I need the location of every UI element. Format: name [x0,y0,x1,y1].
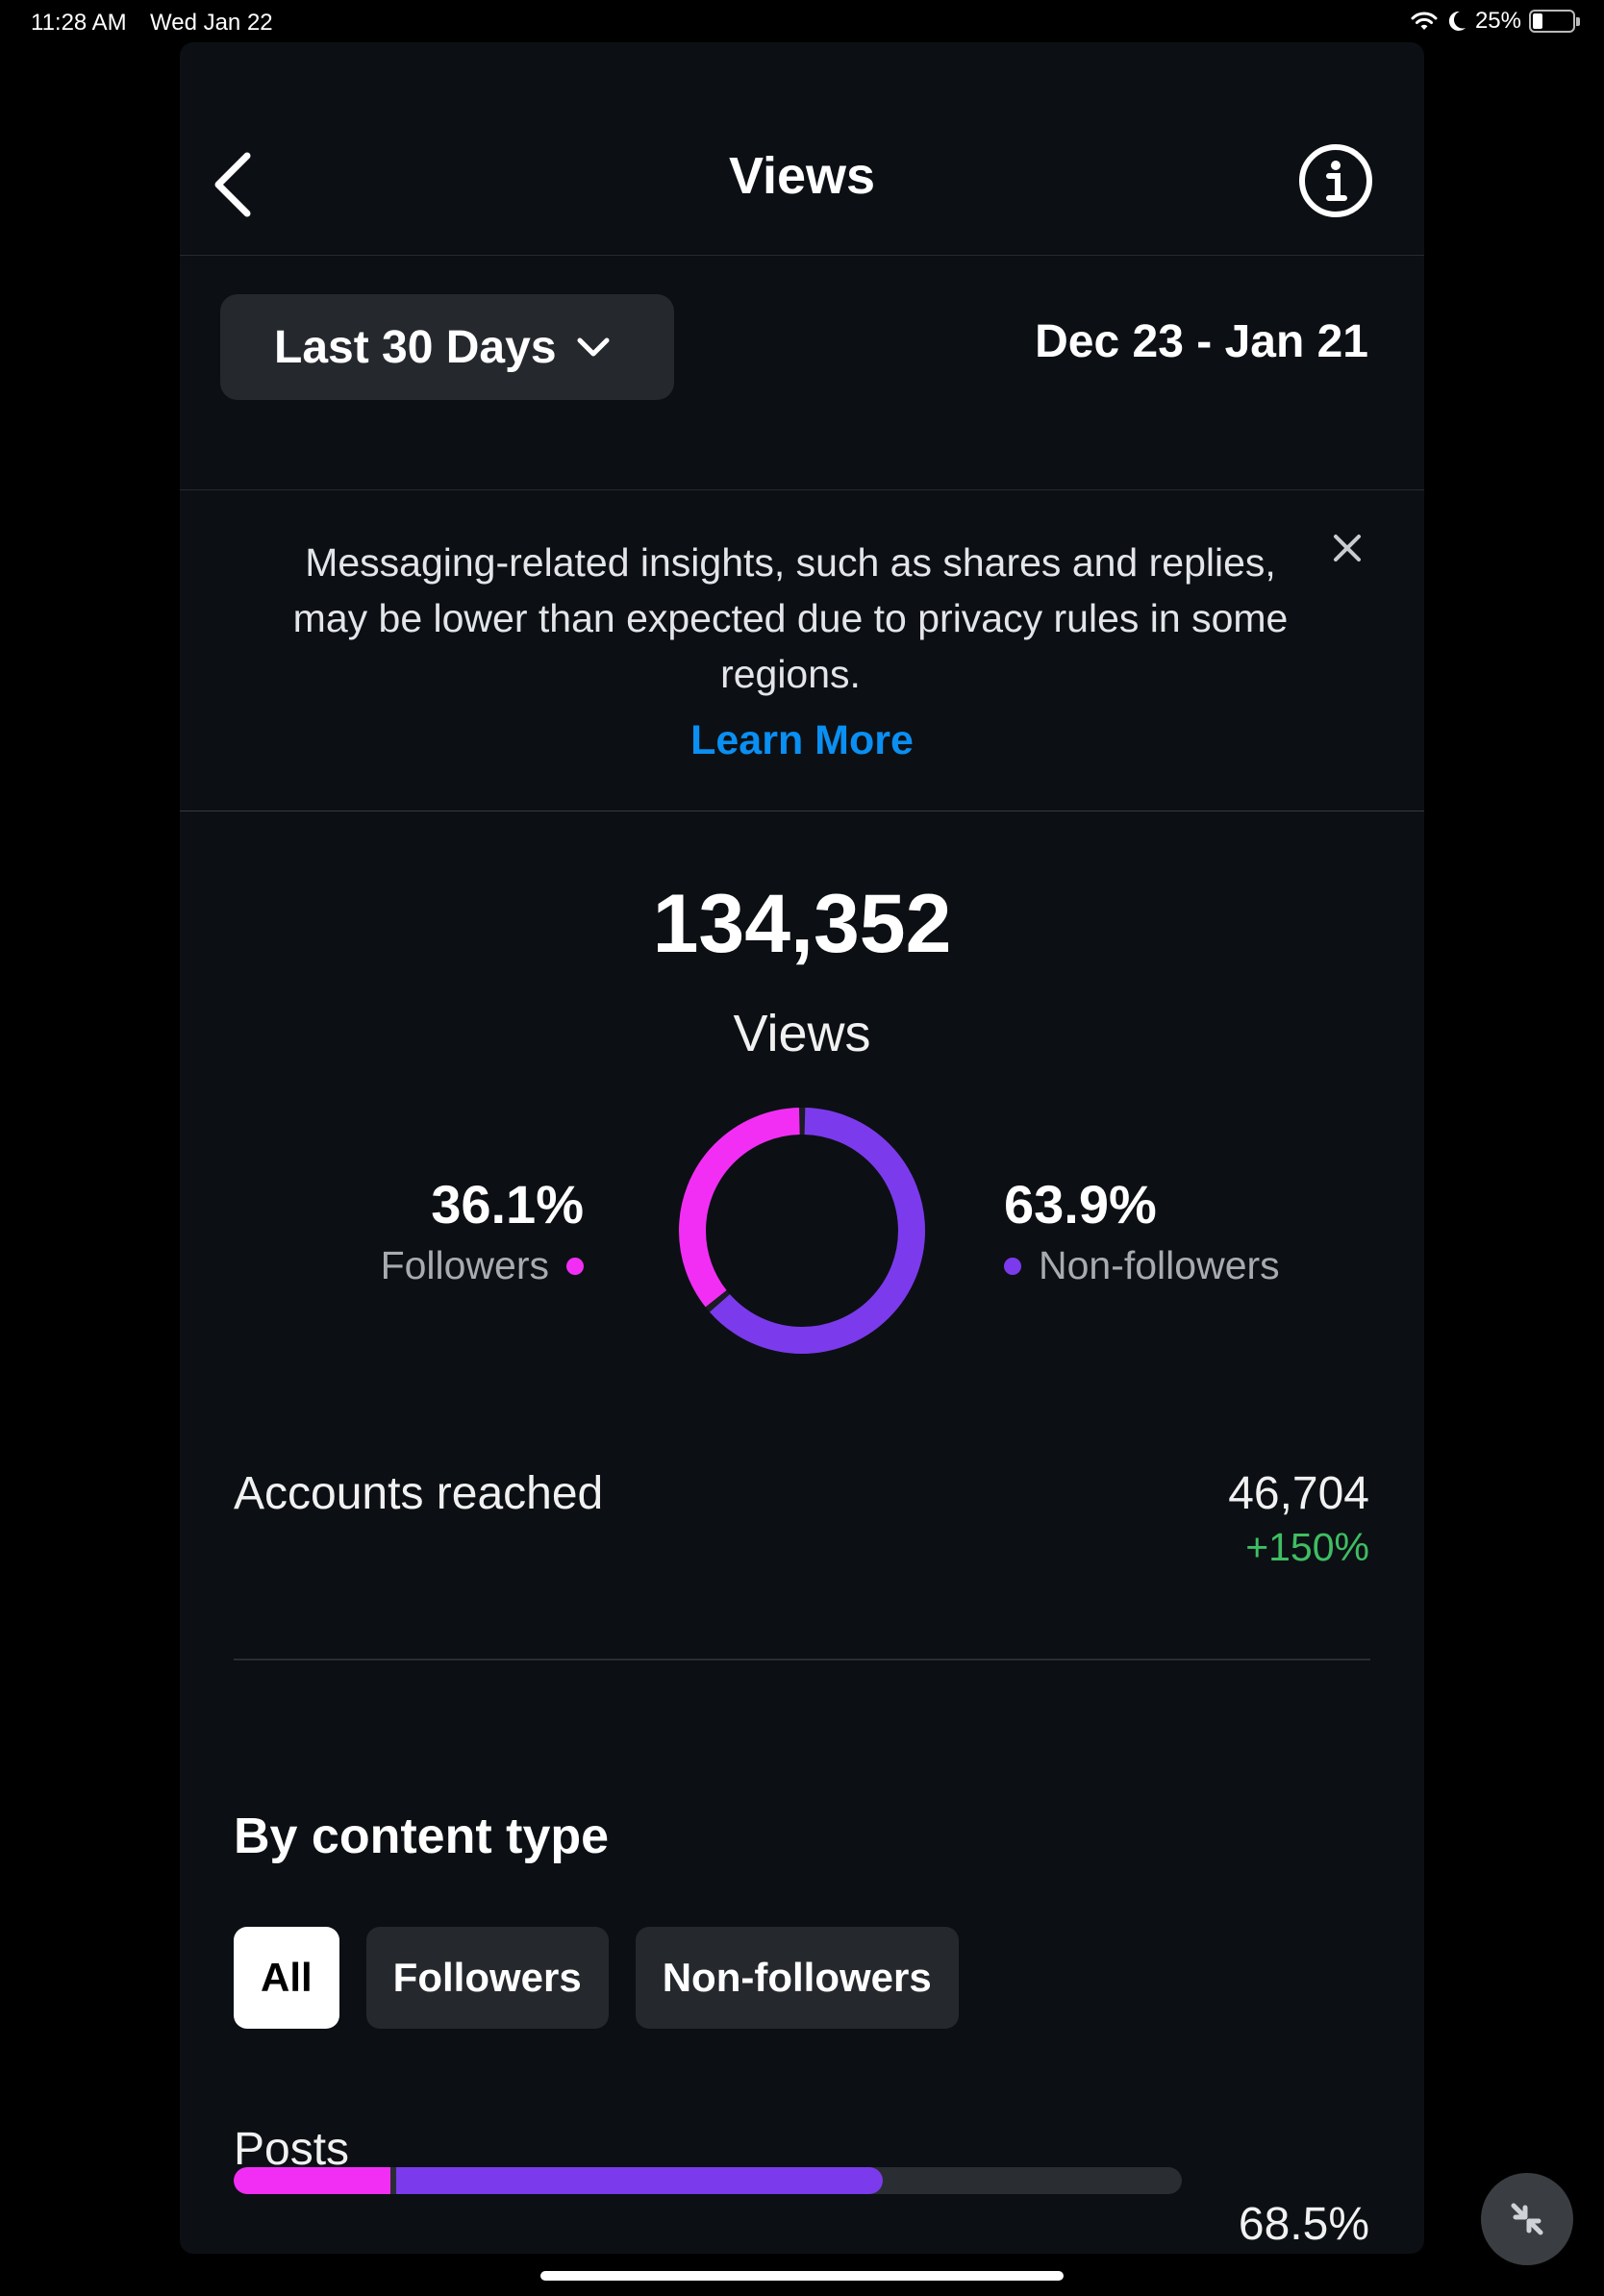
filter-chip-non-followers[interactable]: Non-followers [635,1927,959,2029]
non-followers-share: 63.9% Non-followers [1004,1173,1280,1288]
non-followers-label: Non-followers [1039,1243,1280,1287]
non-followers-legend-dot [1004,1257,1021,1275]
battery-icon [1529,10,1580,33]
followers-percent: 36.1% [431,1174,584,1235]
non-followers-percent: 63.9% [1004,1174,1157,1235]
followers-legend-dot [566,1257,584,1275]
divider [234,1659,1370,1660]
date-range-row: Last 30 Days Dec 23 - Jan 21 [180,256,1424,490]
followers-label: Followers [380,1243,549,1287]
close-icon [1334,535,1361,562]
info-icon [1299,144,1372,217]
date-range-text: Dec 23 - Jan 21 [1035,316,1368,367]
followers-share: 36.1% Followers [381,1173,584,1288]
posts-bar-non-followers [395,2167,884,2194]
content-filter-chips: All Followers Non-followers [234,1927,959,2029]
views-donut-chart [679,1108,925,1354]
date-range-dropdown[interactable]: Last 30 Days [220,294,674,400]
posts-bar [234,2167,1182,2194]
views-label: Views [733,1005,871,1062]
page-title: Views [728,147,876,205]
accounts-reached-change: +150% [1245,1525,1369,1569]
posts-bar-followers [234,2167,390,2194]
battery-percent: 25% [1474,8,1521,34]
filter-chip-all[interactable]: All [234,1927,339,2029]
minimize-arrows-icon [1511,2203,1543,2235]
home-indicator[interactable] [540,2271,1064,2281]
info-button[interactable] [1297,142,1374,219]
notice-text: Messaging-related insights, such as shar… [292,540,1289,696]
nav-bar: Views [180,42,1424,256]
date-range-label: Last 30 Days [274,321,557,373]
privacy-notice: Messaging-related insights, such as shar… [180,490,1424,811]
battery-level [1533,13,1542,29]
status-indicators: 25% [1410,8,1580,35]
close-notice-button[interactable] [1328,529,1366,567]
learn-more-link[interactable]: Learn More [180,717,1424,764]
status-bar: 11:28 AM Wed Jan 22 25% [0,0,1604,44]
status-time: 11:28 AM [31,10,127,36]
content-type-title: By content type [234,1809,610,1864]
minimize-button[interactable] [1481,2173,1573,2265]
chevron-down-icon [577,337,610,357]
posts-percent: 68.5% [1238,2199,1369,2250]
views-total: 134,352 [652,878,952,970]
status-date: Wed Jan 22 [150,10,273,36]
moon-icon [1448,11,1466,31]
accounts-reached-label: Accounts reached [234,1468,604,1519]
wifi-icon [1411,12,1438,30]
filter-chip-followers[interactable]: Followers [365,1927,609,2029]
accounts-reached-value: 46,704 [1228,1468,1369,1519]
views-insights-sheet: Views Last 30 Days Dec 23 - Jan 21 Messa… [180,42,1424,2254]
